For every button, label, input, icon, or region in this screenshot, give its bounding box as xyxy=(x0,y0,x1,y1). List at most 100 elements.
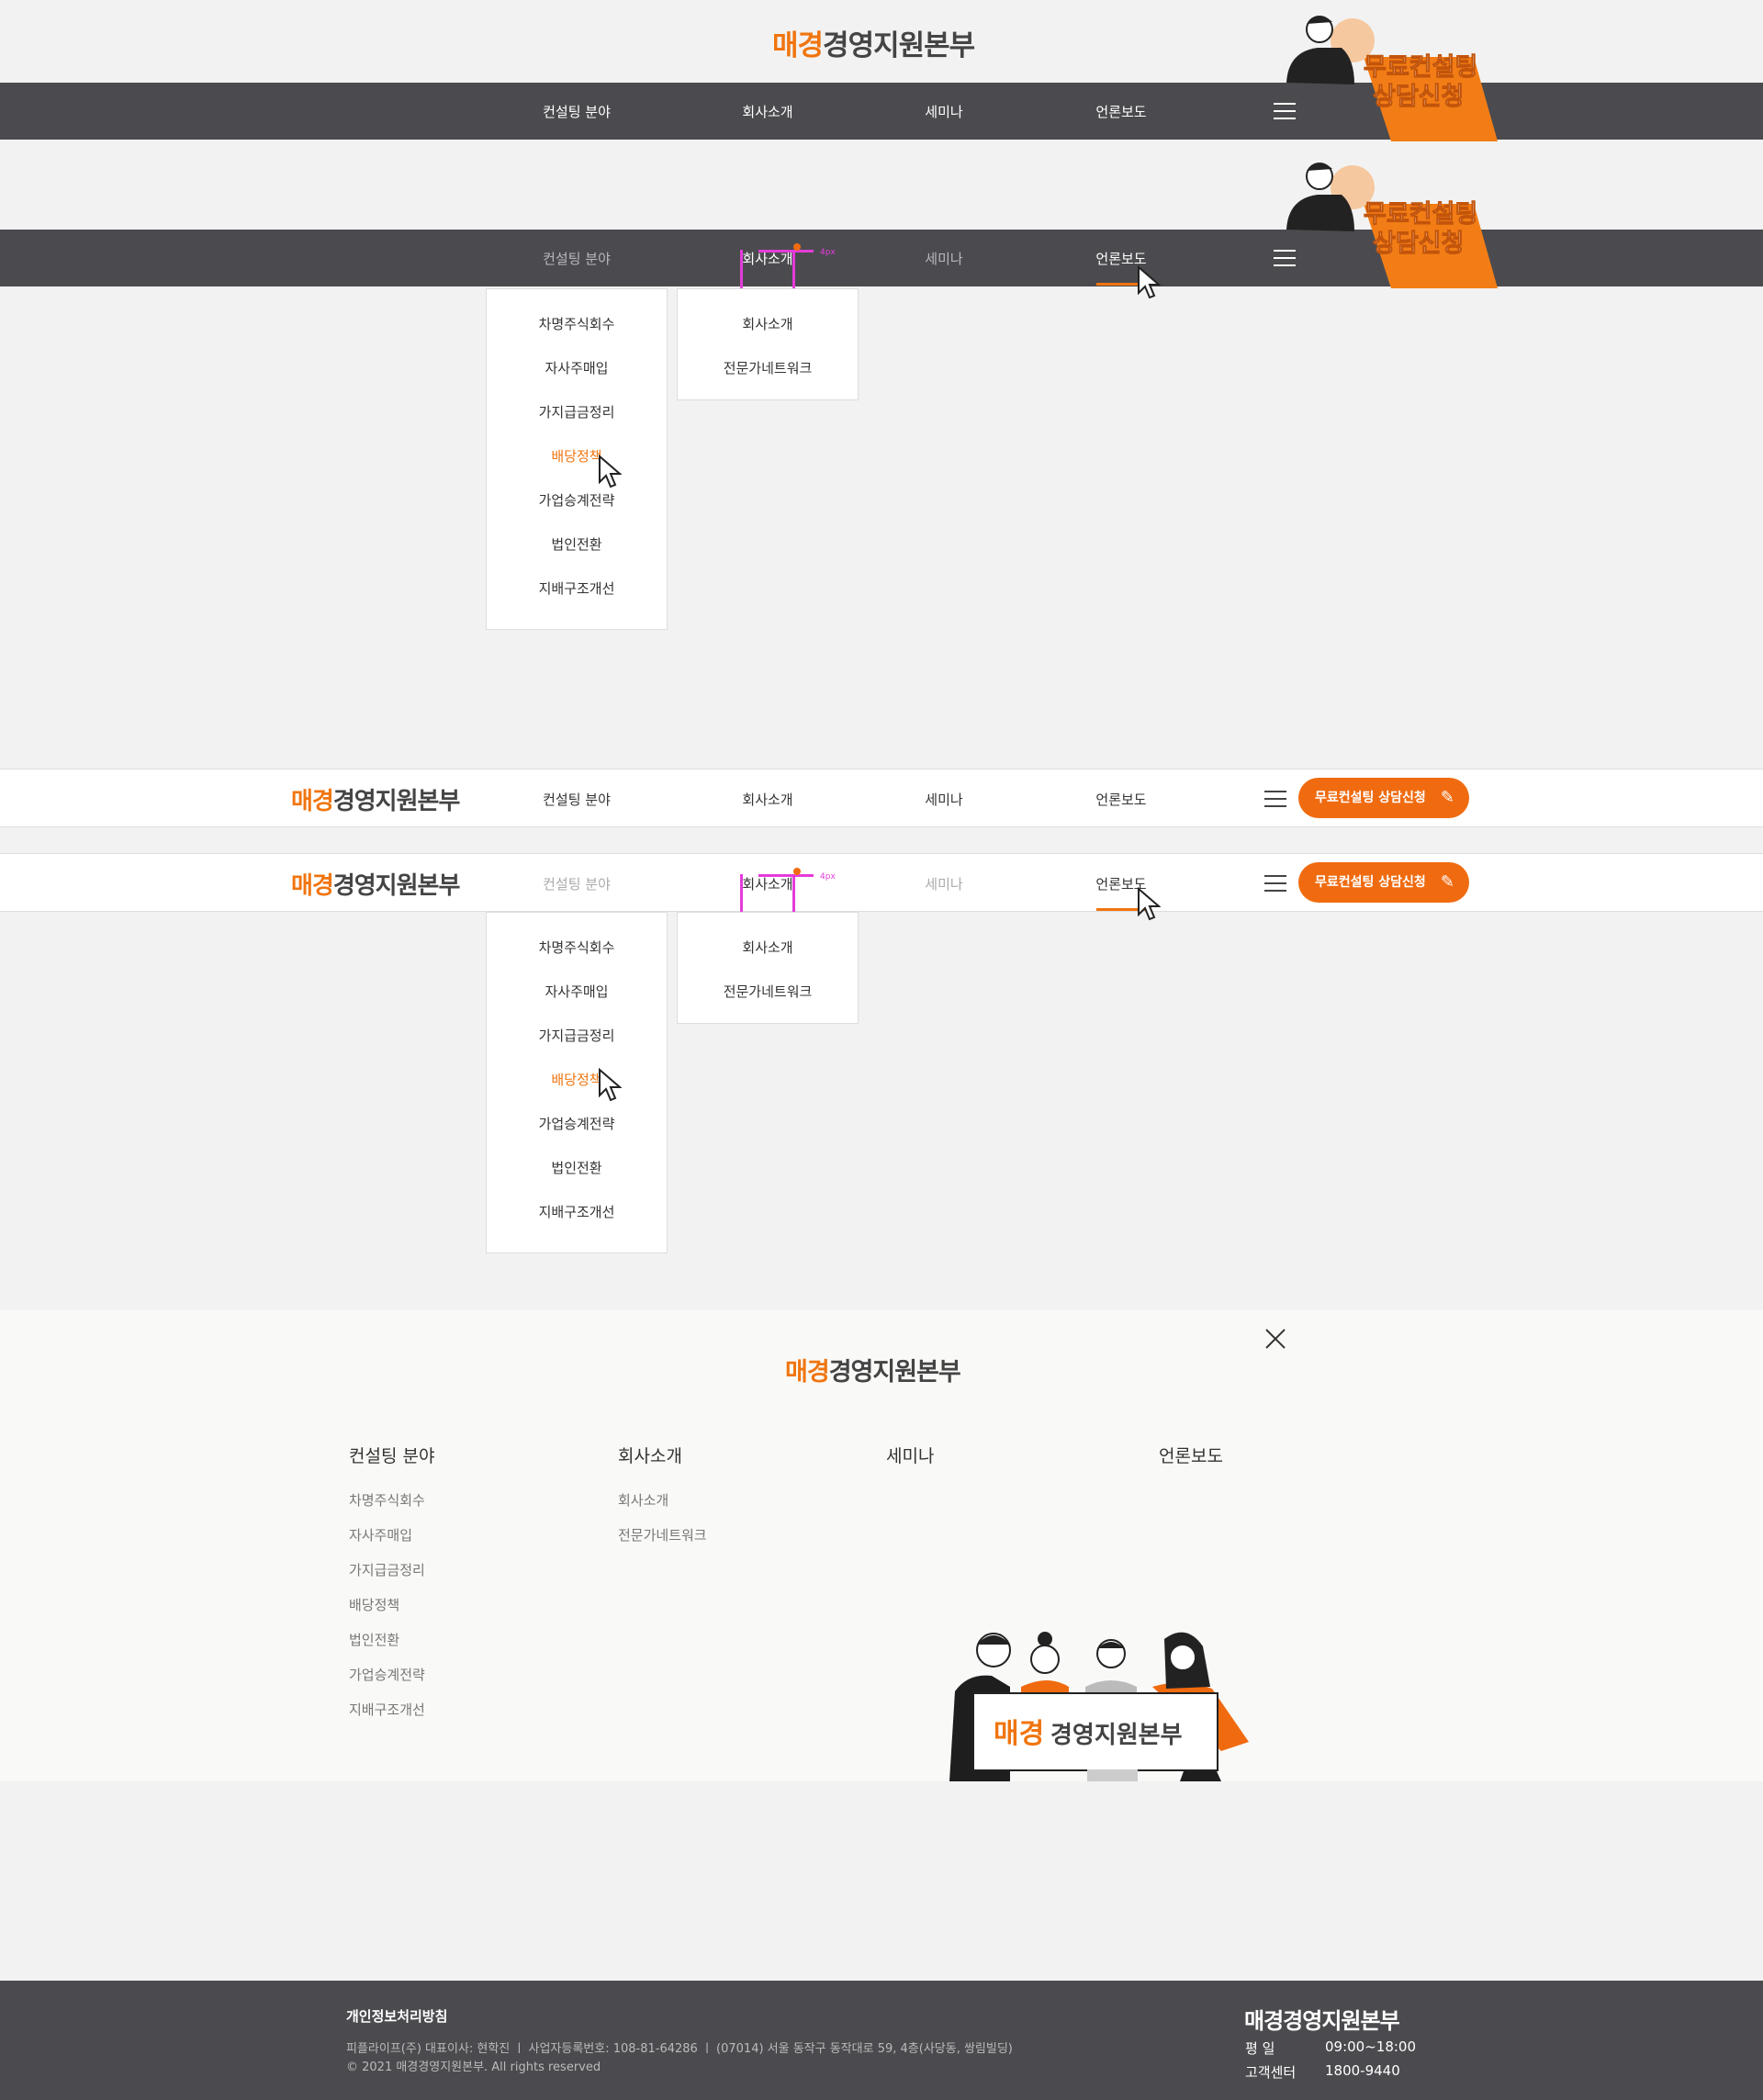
pencil-icon: ✎ xyxy=(1440,872,1454,892)
logo-accent: 매경 xyxy=(291,788,334,815)
dropdown-item[interactable]: 전문가네트워크 xyxy=(678,982,858,1001)
logo-rest: 경영지원본부 xyxy=(332,788,461,815)
dropdown-item[interactable]: 가지급금정리 xyxy=(487,402,667,421)
guide-label: 4px xyxy=(820,872,836,882)
cta-label: 무료컨설팅 상담신청 xyxy=(1315,791,1426,805)
close-icon[interactable] xyxy=(1264,1328,1286,1350)
cs-center-label: 고객센터 xyxy=(1245,2064,1297,2081)
logo-accent: 매경 xyxy=(291,872,334,900)
nav-item-seminar[interactable]: 세미나 xyxy=(925,102,962,121)
dropdown-item[interactable]: 지배구조개선 xyxy=(487,578,667,598)
logo-accent: 매경 xyxy=(785,1358,830,1387)
sitemap-head-press[interactable]: 언론보도 xyxy=(1159,1443,1223,1467)
nav-item-consulting[interactable]: 컨설팅 분야 xyxy=(543,249,611,268)
banner-line1: 무료컨설팅 xyxy=(1364,200,1477,229)
phone-number: 1800-9440 xyxy=(1325,2062,1400,2079)
person-icon xyxy=(1286,48,1354,84)
nav-item-consulting[interactable]: 컨설팅 분야 xyxy=(543,790,611,809)
dropdown-consulting: 차명주식회수 자사주매입 가지급금정리 배당정책 가업승계전략 법인전환 지배구… xyxy=(486,912,668,1253)
menu-icon[interactable] xyxy=(1264,791,1286,807)
dropdown-consulting: 차명주식회수 자사주매입 가지급금정리 배당정책 가업승계전략 법인전환 지배구… xyxy=(486,288,668,630)
dropdown-item[interactable]: 법인전환 xyxy=(487,534,667,554)
sitemap-link[interactable]: 법인전환 xyxy=(349,1630,399,1649)
dropdown-item[interactable]: 차명주식회수 xyxy=(487,938,667,957)
logo-rest: 경영지원본부 xyxy=(828,1358,961,1387)
sitemap-link[interactable]: 자사주매입 xyxy=(349,1525,412,1544)
nav-item-company[interactable]: 회사소개 xyxy=(742,102,792,121)
dropdown-item[interactable]: 가업승계전략 xyxy=(487,1114,667,1133)
banner-line2: 상담신청 xyxy=(1373,230,1464,258)
sitemap-link[interactable]: 전문가네트워크 xyxy=(618,1525,707,1544)
hours-value: 09:00~18:00 xyxy=(1325,2038,1417,2055)
free-consulting-banner[interactable]: 무료컨설팅 상담신청 xyxy=(1281,151,1520,288)
mouse-cursor-icon xyxy=(1138,265,1161,299)
nav-item-seminar[interactable]: 세미나 xyxy=(925,790,962,809)
dropdown-company: 회사소개 전문가네트워크 xyxy=(677,288,859,400)
copyright: © 2021 매경경영지원본부. All rights reserved xyxy=(346,2061,601,2074)
sticky-logo[interactable]: 매경경영지원본부 xyxy=(291,867,461,901)
free-consulting-banner[interactable]: 무료컨설팅 상담신청 xyxy=(1281,4,1520,141)
mouse-cursor-icon xyxy=(599,1068,622,1102)
logo-rest: 경영지원본부 xyxy=(332,872,461,900)
signboard-rest: 경영지원본부 xyxy=(1050,1722,1183,1749)
footer-logo: 매경경영지원본부 xyxy=(1244,2003,1400,2035)
guide-label: 4px xyxy=(820,248,836,257)
spacing-guide-line xyxy=(758,874,814,877)
dropdown-item-hover[interactable]: 배당정책 xyxy=(487,1070,667,1089)
nav-item-consulting[interactable]: 컨설팅 분야 xyxy=(543,874,611,893)
sitemap-head-seminar[interactable]: 세미나 xyxy=(886,1443,934,1467)
cta-label: 무료컨설팅 상담신청 xyxy=(1315,875,1426,890)
nav-item-seminar[interactable]: 세미나 xyxy=(925,874,962,893)
signboard-accent: 매경 xyxy=(994,1718,1044,1750)
dropdown-item[interactable]: 가업승계전략 xyxy=(487,490,667,510)
dropdown-company: 회사소개 전문가네트워크 xyxy=(677,912,859,1024)
guide-dot xyxy=(793,243,801,251)
pencil-icon: ✎ xyxy=(1440,788,1454,807)
dropdown-item[interactable]: 회사소개 xyxy=(678,938,858,957)
sitemap-head-company[interactable]: 회사소개 xyxy=(618,1443,682,1467)
mouse-cursor-icon xyxy=(1138,887,1161,921)
sitemap-panel: 매경경영지원본부 컨설팅 분야 회사소개 세미나 언론보도 차명주식회수 자사주… xyxy=(0,1310,1763,1781)
dropdown-item[interactable]: 회사소개 xyxy=(678,314,858,333)
nav-item-press[interactable]: 언론보도 xyxy=(1095,790,1146,809)
nav-item-consulting[interactable]: 컨설팅 분야 xyxy=(543,102,611,121)
sitemap-link[interactable]: 회사소개 xyxy=(618,1490,668,1510)
site-footer: 개인정보처리방침 피플라이프(주) 대표이사: 현학진 ㅣ 사업자등록번호: 1… xyxy=(0,1981,1763,2100)
company-info: 피플라이프(주) 대표이사: 현학진 ㅣ 사업자등록번호: 108-81-642… xyxy=(346,2042,1013,2056)
dropdown-item[interactable]: 자사주매입 xyxy=(487,982,667,1001)
privacy-policy-link[interactable]: 개인정보처리방침 xyxy=(346,2006,447,2026)
sitemap-link[interactable]: 가지급금정리 xyxy=(349,1560,425,1579)
spacing-guide-line xyxy=(758,250,814,253)
dropdown-item[interactable]: 자사주매입 xyxy=(487,358,667,377)
menu-icon[interactable] xyxy=(1264,875,1286,892)
mouse-cursor-icon xyxy=(599,455,622,489)
sitemap-link[interactable]: 지배구조개선 xyxy=(349,1700,425,1719)
free-consulting-button[interactable]: 무료컨설팅 상담신청 ✎ xyxy=(1298,778,1469,818)
dropdown-item[interactable]: 전문가네트워크 xyxy=(678,358,858,377)
free-consulting-button[interactable]: 무료컨설팅 상담신청 ✎ xyxy=(1298,862,1469,903)
sitemap-link[interactable]: 가업승계전략 xyxy=(349,1665,425,1684)
header-logo[interactable]: 매경경영지원본부 xyxy=(772,22,975,63)
nav-item-seminar[interactable]: 세미나 xyxy=(925,249,962,268)
dropdown-item[interactable]: 법인전환 xyxy=(487,1158,667,1177)
team-illustration: 매경 경영지원본부 xyxy=(949,1632,1249,1781)
dropdown-item[interactable]: 차명주식회수 xyxy=(487,314,667,333)
logo-accent: 매경 xyxy=(772,29,824,62)
dropdown-item[interactable]: 가지급금정리 xyxy=(487,1026,667,1045)
sitemap-link[interactable]: 차명주식회수 xyxy=(349,1490,425,1510)
sticky-nav-bar-hover: 매경경영지원본부 컨설팅 분야 회사소개 세미나 언론보도 무료컨설팅 상담신청… xyxy=(0,853,1763,912)
person-icon xyxy=(1286,195,1354,231)
sitemap-head-consulting[interactable]: 컨설팅 분야 xyxy=(349,1443,434,1467)
nav-item-press[interactable]: 언론보도 xyxy=(1095,102,1146,121)
sticky-logo[interactable]: 매경경영지원본부 xyxy=(291,782,461,816)
sitemap-link[interactable]: 배당정책 xyxy=(349,1595,399,1614)
sitemap-logo[interactable]: 매경경영지원본부 xyxy=(785,1352,961,1387)
guide-dot xyxy=(793,868,801,875)
dropdown-item-hover[interactable]: 배당정책 xyxy=(487,446,667,466)
dropdown-item[interactable]: 지배구조개선 xyxy=(487,1202,667,1221)
banner-line1: 무료컨설팅 xyxy=(1364,53,1477,82)
nav-item-company[interactable]: 회사소개 xyxy=(742,790,792,809)
banner-line2: 상담신청 xyxy=(1373,83,1464,111)
hours-label: 평 일 xyxy=(1245,2040,1275,2057)
sticky-nav-bar: 매경경영지원본부 컨설팅 분야 회사소개 세미나 언론보도 무료컨설팅 상담신청… xyxy=(0,769,1763,827)
